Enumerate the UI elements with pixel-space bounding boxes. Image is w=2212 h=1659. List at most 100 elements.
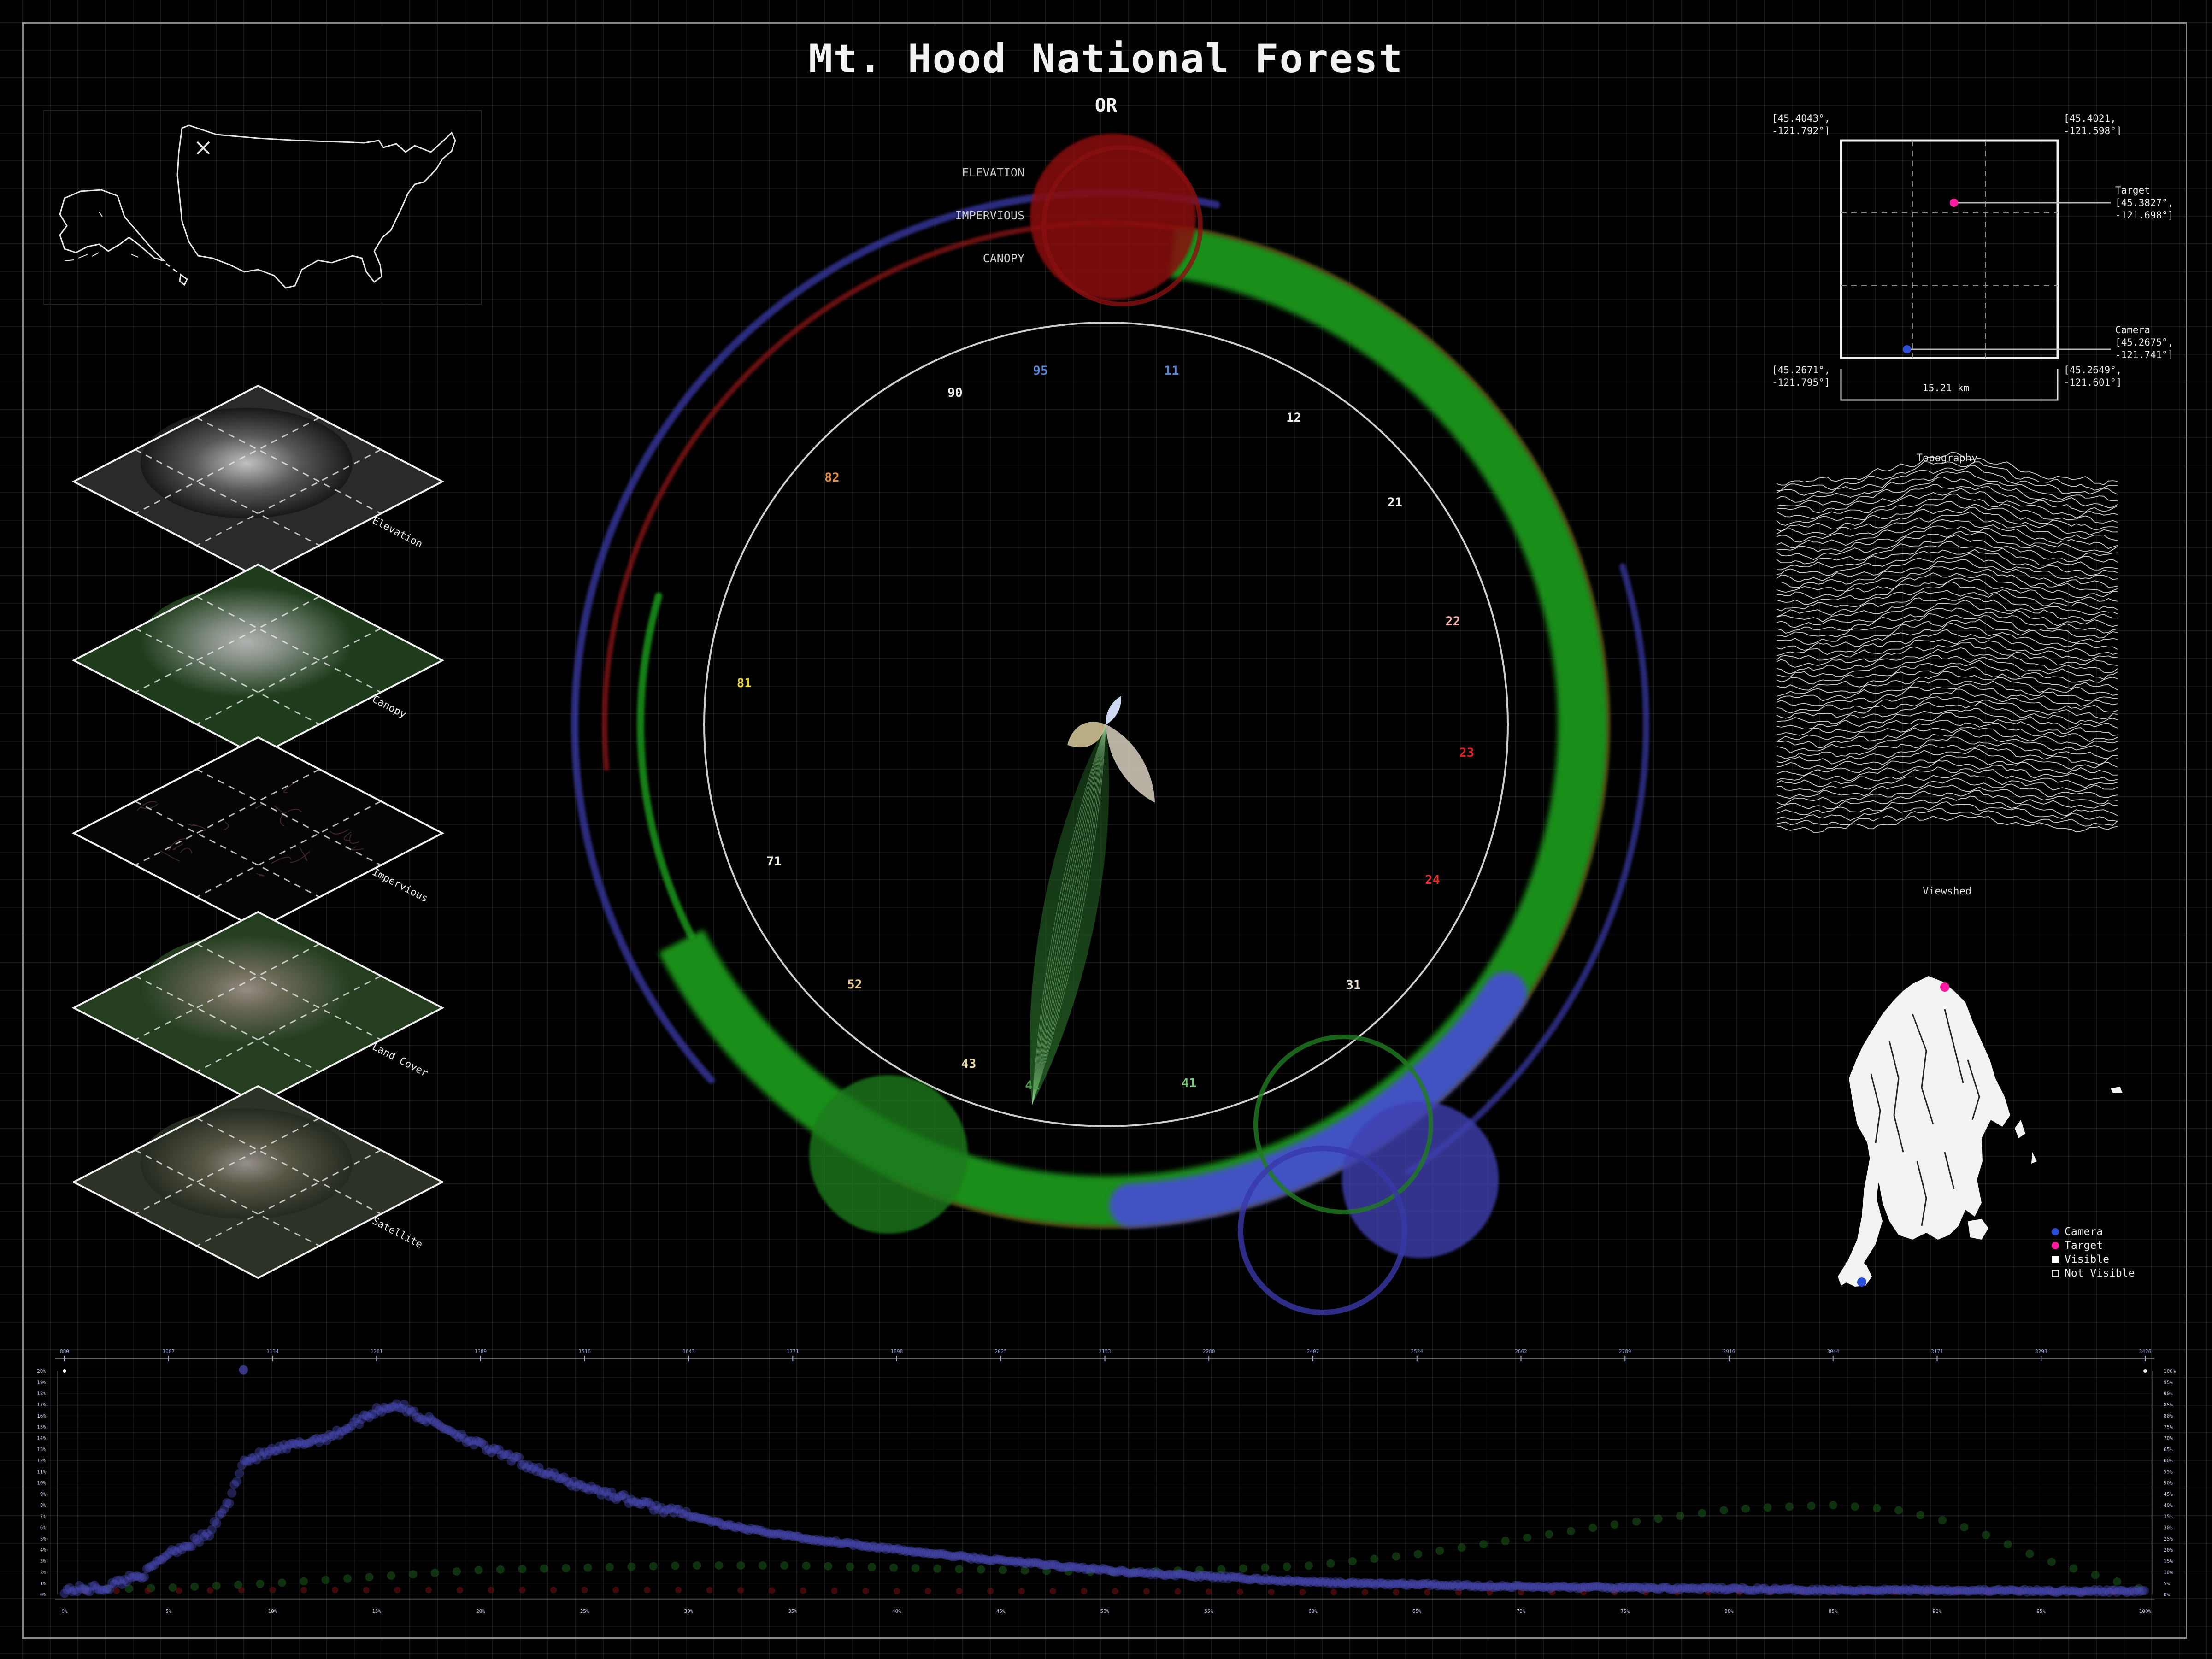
red-series-point xyxy=(144,1587,151,1594)
timeline-top-tick-label: 3171 xyxy=(1931,1348,1943,1354)
timeline-top-tick-label: 1389 xyxy=(475,1348,487,1354)
green-series-point xyxy=(1698,1509,1706,1518)
timeline-left-tick-label: 20% xyxy=(37,1368,46,1374)
timeline-top-tick-label: 2789 xyxy=(1619,1348,1631,1354)
timeline-right-tick-label: 25% xyxy=(2164,1536,2173,1542)
timeline-bottom-tick-label: 30% xyxy=(684,1608,694,1614)
green-series-point xyxy=(562,1564,571,1572)
red-series-point xyxy=(956,1588,963,1594)
timeline-left-tick-label: 6% xyxy=(40,1525,47,1531)
red-series-point xyxy=(800,1587,806,1594)
green-series-point xyxy=(1872,1504,1881,1512)
green-series-point xyxy=(649,1562,658,1571)
green-series-point xyxy=(453,1567,461,1576)
red-series-point xyxy=(1018,1588,1025,1594)
green-series-point xyxy=(277,1578,286,1587)
red-series-point xyxy=(675,1587,682,1594)
timeline-bottom-tick-label: 5% xyxy=(165,1608,172,1614)
blue-series-point xyxy=(224,1499,234,1508)
green-series-point xyxy=(365,1573,374,1582)
timeline-bottom-tick-label: 35% xyxy=(788,1608,797,1614)
green-series-point xyxy=(1392,1552,1400,1561)
green-series-point xyxy=(1457,1543,1466,1552)
blue-series-point xyxy=(140,1572,149,1582)
green-series-point xyxy=(758,1561,767,1570)
green-series-point xyxy=(256,1579,265,1588)
timeline-right-tick-label: 10% xyxy=(2164,1570,2173,1576)
timeline-top-tick-label: 1007 xyxy=(163,1348,175,1354)
green-series-point xyxy=(1261,1563,1270,1572)
timeline-bottom-tick-label: 70% xyxy=(1517,1608,1526,1614)
green-series-point xyxy=(1282,1562,1291,1571)
green-series-point xyxy=(343,1574,352,1583)
timeline-top-tick-label: 3298 xyxy=(2035,1348,2047,1354)
timeline-chart: 880 1007 1134 1261 1389 1516 1643 1771 1898 2025 2… xyxy=(37,1348,2176,1614)
green-series-point xyxy=(474,1565,483,1574)
red-series-point xyxy=(1393,1589,1400,1596)
red-series-point xyxy=(331,1587,338,1594)
timeline-top-tick-label: 1516 xyxy=(579,1348,591,1354)
blue-series-point xyxy=(235,1469,244,1478)
timeline-top-tick-label: 3426 xyxy=(2139,1348,2152,1354)
red-series-point xyxy=(456,1587,463,1594)
green-series-point xyxy=(1479,1540,1488,1548)
timeline-top-tick-label: 880 xyxy=(60,1348,69,1354)
timeline-bottom-tick-label: 25% xyxy=(580,1608,589,1614)
green-series-point xyxy=(212,1581,221,1590)
red-series-point xyxy=(987,1588,994,1594)
timeline-right-tick-label: 90% xyxy=(2164,1391,2173,1397)
green-series-point xyxy=(693,1561,701,1570)
red-series-point xyxy=(1081,1588,1088,1594)
red-series-point xyxy=(924,1588,931,1594)
green-series-point xyxy=(736,1561,745,1570)
red-series-point xyxy=(425,1587,432,1594)
green-series-point xyxy=(867,1563,876,1571)
red-series-point xyxy=(394,1587,401,1594)
timeline-left-tick-label: 9% xyxy=(40,1491,47,1497)
red-series-point xyxy=(1236,1588,1243,1595)
red-series-point xyxy=(1299,1589,1306,1596)
red-series-point xyxy=(706,1587,713,1594)
timeline-right-tick-label: 75% xyxy=(2164,1424,2173,1430)
green-series-point xyxy=(1632,1517,1641,1526)
green-series-point xyxy=(1894,1506,1903,1515)
timeline-right-tick-label: 5% xyxy=(2164,1581,2170,1587)
green-series-point xyxy=(1982,1530,1990,1539)
green-series-point xyxy=(1326,1559,1335,1568)
timeline-top-tick-label: 2534 xyxy=(1411,1348,1424,1354)
red-series-point xyxy=(1268,1588,1275,1595)
green-series-point xyxy=(1938,1516,1947,1524)
green-series-point xyxy=(2091,1571,2100,1579)
green-series-point xyxy=(1960,1523,1969,1532)
green-series-point xyxy=(2069,1564,2078,1573)
timeline-bottom-tick-label: 50% xyxy=(1100,1608,1110,1614)
green-series-point xyxy=(1501,1536,1510,1545)
red-series-point xyxy=(1361,1589,1368,1596)
timeline-left-tick-label: 18% xyxy=(37,1391,46,1397)
green-series-point xyxy=(977,1565,985,1574)
timeline-bottom-tick-label: 45% xyxy=(996,1608,1006,1614)
timeline-left-tick-label: 5% xyxy=(40,1536,47,1542)
green-series-point xyxy=(321,1576,330,1584)
red-series-point xyxy=(1206,1588,1212,1595)
green-series-point xyxy=(1566,1527,1575,1535)
red-series-point xyxy=(737,1587,744,1594)
green-series-point xyxy=(1545,1530,1553,1539)
timeline-top-tick-label: 2916 xyxy=(1723,1348,1735,1354)
red-series-point xyxy=(550,1587,557,1594)
timeline-bottom-tick-label: 75% xyxy=(1620,1608,1630,1614)
green-series-point xyxy=(387,1571,395,1580)
timeline-right-tick-label: 40% xyxy=(2164,1502,2173,1508)
green-series-point xyxy=(1239,1564,1247,1573)
red-series-point xyxy=(113,1588,120,1594)
timeline-right-tick-label: 0% xyxy=(2164,1592,2170,1598)
timeline-left-tick-label: 11% xyxy=(37,1469,46,1475)
green-series-point xyxy=(409,1570,418,1579)
green-series-point xyxy=(1829,1501,1837,1509)
green-series-point xyxy=(1610,1520,1619,1529)
green-series-point xyxy=(846,1562,854,1571)
red-series-point xyxy=(1174,1588,1181,1595)
red-series-point xyxy=(363,1587,370,1594)
blue-series-point xyxy=(227,1488,237,1498)
timeline-bottom-tick-label: 80% xyxy=(1724,1608,1734,1614)
